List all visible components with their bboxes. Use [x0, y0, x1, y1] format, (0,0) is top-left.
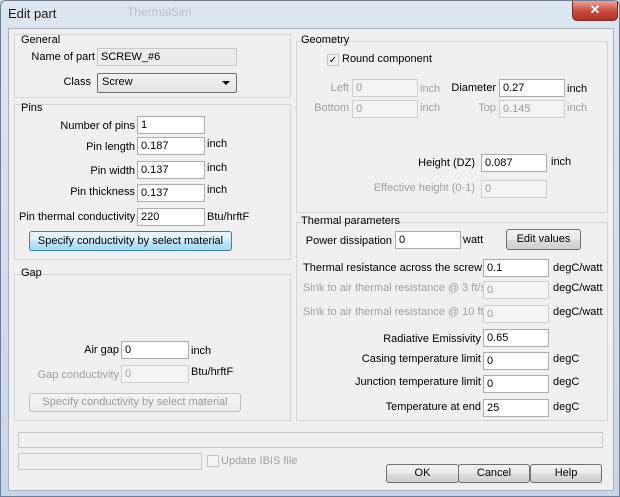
- window-title: Edit part: [8, 6, 57, 21]
- sink-3fts-unit: degC/watt: [553, 282, 603, 294]
- top-input: 0.145: [499, 100, 565, 118]
- height-dz-label: Height (DZ): [418, 157, 475, 169]
- power-dissipation-unit: watt: [463, 234, 484, 246]
- pin-width-unit: inch: [207, 162, 228, 174]
- temperature-at-end-input[interactable]: 25: [483, 399, 549, 417]
- edit-part-dialog: Edit part ThermalSim ✕ General Name of p…: [0, 0, 620, 497]
- update-ibis-label: Update IBIS file: [221, 455, 298, 467]
- number-of-pins-input[interactable]: 1: [137, 116, 205, 134]
- junction-temperature-label: Junction temperature limit: [355, 376, 481, 388]
- temperature-at-end-unit: degC: [553, 401, 580, 413]
- radiative-emissivity-label: Radiative Emissivity: [383, 333, 481, 345]
- height-dz-unit: inch: [551, 156, 572, 168]
- casing-temperature-label: Casing temperature limit: [361, 353, 481, 365]
- bottom-unit: inch: [420, 102, 441, 114]
- help-button[interactable]: Help: [530, 464, 602, 483]
- power-dissipation-label: Power dissipation: [305, 235, 392, 247]
- status-strip: [18, 432, 603, 448]
- casing-temperature-unit: degC: [553, 353, 580, 365]
- bottom-label: Bottom: [314, 102, 349, 114]
- effective-height-input: 0: [481, 180, 547, 198]
- height-dz-input[interactable]: 0.087: [481, 154, 547, 172]
- pin-thickness-label: Pin thickness: [70, 186, 135, 198]
- close-button[interactable]: ✕: [572, 1, 618, 21]
- pin-length-input[interactable]: 0.187: [137, 137, 205, 155]
- air-gap-label: Air gap: [84, 344, 119, 356]
- name-of-part-label: Name of part: [31, 51, 95, 63]
- class-label: Class: [63, 76, 91, 88]
- sink-10fts-unit: degC/watt: [553, 306, 603, 318]
- effective-height-label: Effective height (0-1): [373, 182, 475, 194]
- gap-conductivity-label: Gap conductivity: [37, 369, 119, 381]
- thermal-resistance-unit: degC/watt: [553, 262, 603, 274]
- status-field: [18, 453, 202, 470]
- sink-3fts-input: 0: [483, 281, 549, 299]
- geometry-group-title: Geometry: [301, 34, 350, 46]
- class-select[interactable]: Screw: [97, 73, 237, 93]
- diameter-unit: inch: [567, 83, 588, 95]
- ok-button[interactable]: OK: [386, 464, 459, 483]
- title-bar[interactable]: Edit part ThermalSim ✕: [1, 1, 619, 27]
- diameter-label: Diameter: [451, 82, 496, 94]
- gap-group-title: Gap: [21, 267, 42, 279]
- check-mark-icon: ✓: [328, 55, 338, 66]
- radiative-emissivity-input[interactable]: 0.65: [483, 329, 549, 347]
- number-of-pins-label: Number of pins: [60, 120, 135, 132]
- pin-thermal-conductivity-label: Pin thermal conductivity: [19, 211, 136, 223]
- round-component-label: Round component: [342, 53, 432, 65]
- pin-width-input[interactable]: 0.137: [137, 161, 205, 179]
- pins-group-title: Pins: [21, 102, 43, 114]
- left-unit: inch: [420, 83, 441, 95]
- update-ibis-checkbox[interactable]: [207, 455, 219, 467]
- top-unit: inch: [567, 102, 588, 114]
- temperature-at-end-label: Temperature at end: [385, 401, 481, 413]
- dialog-body: General Name of part SCREW_#6 Class Scre…: [8, 28, 614, 491]
- top-label: Top: [478, 102, 496, 114]
- sink-10fts-input: 0: [483, 305, 549, 323]
- cancel-button[interactable]: Cancel: [458, 464, 530, 483]
- name-of-part-field: SCREW_#6: [97, 48, 237, 66]
- casing-temperature-input[interactable]: 0: [483, 352, 549, 370]
- thermal-resistance-input[interactable]: 0.1: [483, 259, 549, 277]
- sink-3fts-label: Sink to air thermal resistance @ 3 ft/s: [303, 282, 486, 294]
- gap-conductivity-input: 0: [121, 365, 189, 383]
- general-group-title: General: [21, 34, 61, 46]
- thermal-parameters-group: [296, 222, 608, 421]
- chevron-down-icon: [222, 81, 230, 85]
- junction-temperature-input[interactable]: 0: [483, 375, 549, 393]
- round-component-checkbox[interactable]: ✓: [327, 54, 339, 66]
- pin-length-unit: inch: [207, 138, 228, 150]
- pin-width-label: Pin width: [90, 165, 135, 177]
- pin-thickness-input[interactable]: 0.137: [137, 184, 205, 202]
- bottom-input: 0: [352, 100, 418, 118]
- left-input: 0: [352, 79, 418, 97]
- background-window-title: ThermalSim: [127, 5, 192, 19]
- air-gap-unit: inch: [191, 345, 212, 357]
- pin-thermal-conductivity-unit: Btu/hrftF: [207, 211, 250, 223]
- gap-conductivity-unit: Btu/hrftF: [191, 366, 234, 378]
- thermal-parameters-group-title: Thermal parameters: [301, 215, 401, 227]
- pins-specify-conductivity-button[interactable]: Specify conductivity by select material: [29, 231, 232, 251]
- edit-values-button[interactable]: Edit values: [506, 229, 581, 250]
- thermal-resistance-label: Thermal resistance across the screw: [303, 262, 483, 274]
- pin-thermal-conductivity-input[interactable]: 220: [137, 208, 205, 226]
- sink-10fts-label: Sink to air thermal resistance @ 10 ft/s: [303, 306, 493, 318]
- diameter-input[interactable]: 0.27: [499, 79, 565, 97]
- pin-thickness-unit: inch: [207, 184, 228, 196]
- junction-temperature-unit: degC: [553, 376, 580, 388]
- power-dissipation-input[interactable]: 0: [395, 231, 461, 249]
- left-label: Left: [330, 82, 349, 94]
- class-select-value: Screw: [102, 76, 133, 88]
- gap-specify-conductivity-button: Specify conductivity by select material: [29, 393, 241, 412]
- pin-length-label: Pin length: [86, 141, 135, 153]
- air-gap-input[interactable]: 0: [121, 341, 189, 359]
